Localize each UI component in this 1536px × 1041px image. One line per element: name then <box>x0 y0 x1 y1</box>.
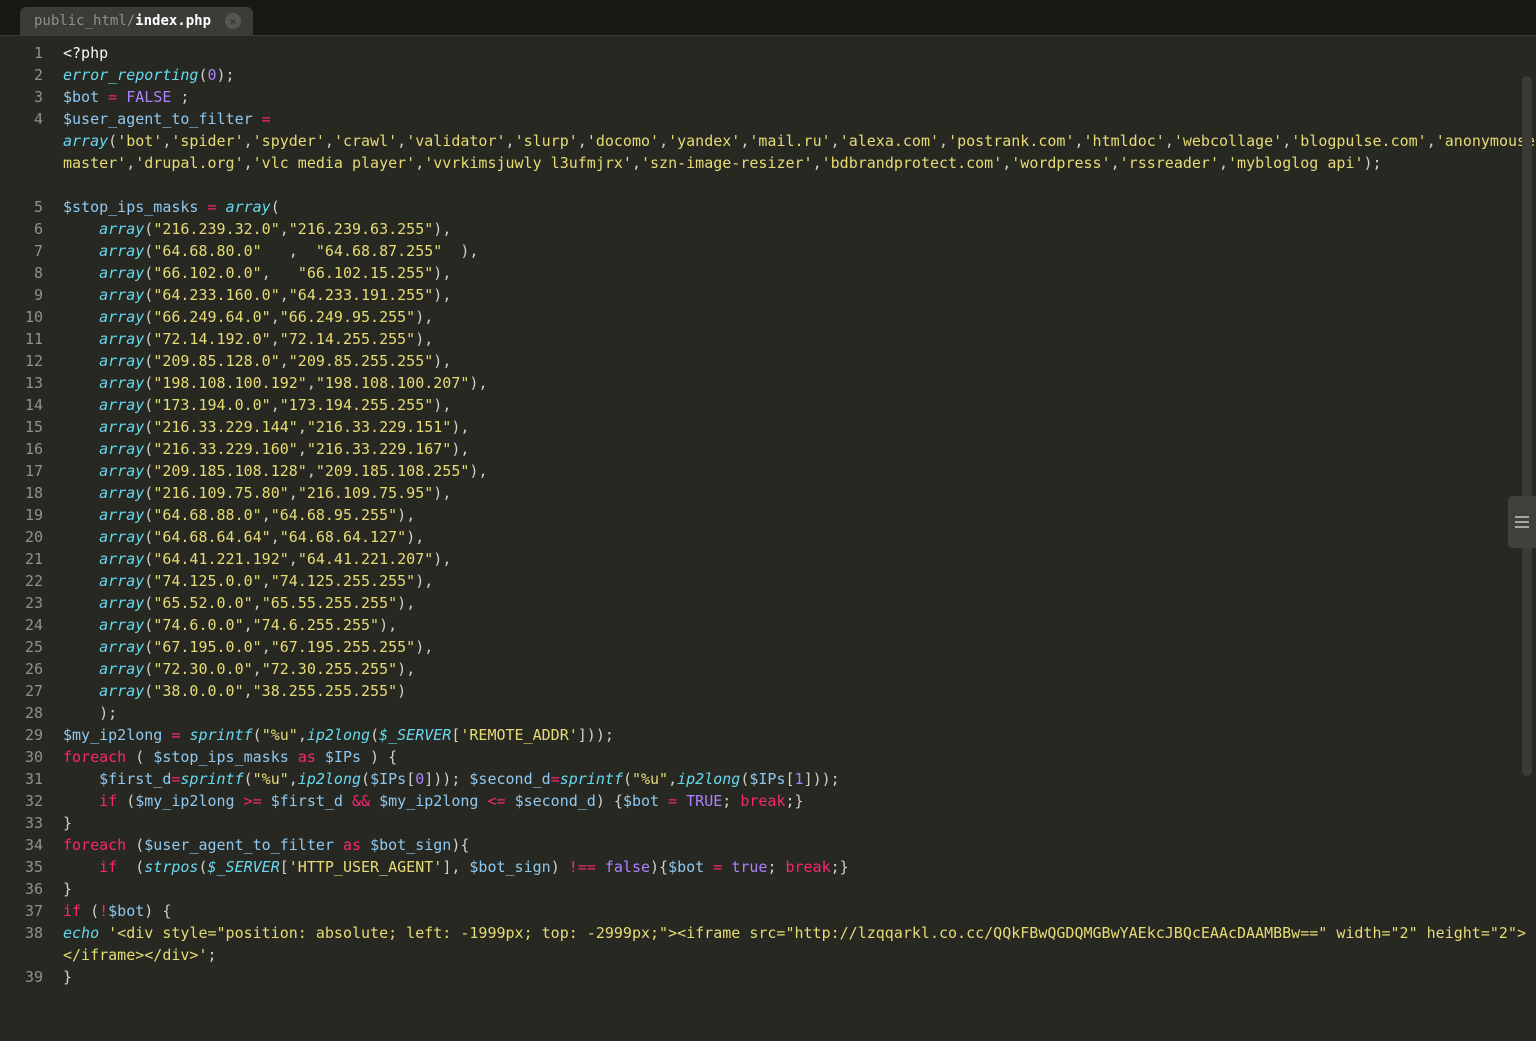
editor-frame: public_html/index.php × 1234567891011121… <box>0 0 1536 1041</box>
close-icon[interactable]: × <box>225 13 241 29</box>
line-number: 37 <box>0 900 55 922</box>
code-line[interactable]: array("198.108.100.192","198.108.100.207… <box>63 372 1536 394</box>
code-line[interactable]: array("64.233.160.0","64.233.191.255"), <box>63 284 1536 306</box>
line-number: 10 <box>0 306 55 328</box>
code-line[interactable]: array("72.30.0.0","72.30.255.255"), <box>63 658 1536 680</box>
line-number: 15 <box>0 416 55 438</box>
line-number: 27 <box>0 680 55 702</box>
code-line[interactable]: array("66.102.0.0", "66.102.15.255"), <box>63 262 1536 284</box>
line-number: 29 <box>0 724 55 746</box>
code-line[interactable]: $stop_ips_masks = array( <box>63 196 1536 218</box>
code-line[interactable]: if (!$bot) { <box>63 900 1536 922</box>
code-line[interactable]: foreach ( $stop_ips_masks as $IPs ) { <box>63 746 1536 768</box>
line-number: 17 <box>0 460 55 482</box>
code-line[interactable]: array("64.68.80.0" , "64.68.87.255" ), <box>63 240 1536 262</box>
code-line[interactable]: if ($my_ip2long >= $first_d && $my_ip2lo… <box>63 790 1536 812</box>
line-number: 11 <box>0 328 55 350</box>
line-number: 6 <box>0 218 55 240</box>
line-number: 12 <box>0 350 55 372</box>
tab-path-dim: public_html/ <box>34 13 135 29</box>
line-number: 16 <box>0 438 55 460</box>
line-number: 33 <box>0 812 55 834</box>
code-line[interactable]: array("173.194.0.0","173.194.255.255"), <box>63 394 1536 416</box>
tab-path-bright: index.php <box>135 13 211 29</box>
code-line[interactable]: $bot = FALSE ; <box>63 86 1536 108</box>
line-number: 19 <box>0 504 55 526</box>
code-line[interactable]: array("216.33.229.160","216.33.229.167")… <box>63 438 1536 460</box>
code-line[interactable]: $user_agent_to_filter = array('bot','spi… <box>63 108 1536 196</box>
code-line[interactable]: array("216.109.75.80","216.109.75.95"), <box>63 482 1536 504</box>
line-number: 20 <box>0 526 55 548</box>
line-number: 32 <box>0 790 55 812</box>
line-number: 5 <box>0 196 55 218</box>
line-number: 30 <box>0 746 55 768</box>
line-number: 36 <box>0 878 55 900</box>
code-line[interactable]: error_reporting(0); <box>63 64 1536 86</box>
code-line[interactable]: array("64.41.221.192","64.41.221.207"), <box>63 548 1536 570</box>
vertical-scrollbar[interactable] <box>1522 76 1532 776</box>
code-line[interactable]: echo '<div style="position: absolute; le… <box>63 922 1536 966</box>
line-number: 18 <box>0 482 55 504</box>
line-number: 2 <box>0 64 55 86</box>
code-line[interactable]: array("209.185.108.128","209.185.108.255… <box>63 460 1536 482</box>
code-body[interactable]: <?phperror_reporting(0);$bot = FALSE ;$u… <box>55 36 1536 1041</box>
code-line[interactable]: } <box>63 878 1536 900</box>
line-number: 28 <box>0 702 55 724</box>
code-line[interactable]: <?php <box>63 42 1536 64</box>
code-line[interactable]: $first_d=sprintf("%u",ip2long($IPs[0]));… <box>63 768 1536 790</box>
line-number: 22 <box>0 570 55 592</box>
line-number: 31 <box>0 768 55 790</box>
line-number: 3 <box>0 86 55 108</box>
line-number: 26 <box>0 658 55 680</box>
line-number: 8 <box>0 262 55 284</box>
line-number: 35 <box>0 856 55 878</box>
code-line[interactable]: array("64.68.64.64","64.68.64.127"), <box>63 526 1536 548</box>
code-line[interactable]: array("74.6.0.0","74.6.255.255"), <box>63 614 1536 636</box>
line-number: 25 <box>0 636 55 658</box>
code-line[interactable]: } <box>63 966 1536 988</box>
line-number: 13 <box>0 372 55 394</box>
tab-bar: public_html/index.php × <box>0 0 1536 36</box>
line-number: 38 <box>0 922 55 966</box>
code-line[interactable]: $my_ip2long = sprintf("%u",ip2long($_SER… <box>63 724 1536 746</box>
line-gutter: 1234567891011121314151617181920212223242… <box>0 36 55 1041</box>
line-number: 1 <box>0 42 55 64</box>
line-number: 24 <box>0 614 55 636</box>
code-area[interactable]: 1234567891011121314151617181920212223242… <box>0 36 1536 1041</box>
line-number: 21 <box>0 548 55 570</box>
line-number: 14 <box>0 394 55 416</box>
minimap-toggle-icon[interactable] <box>1508 496 1536 548</box>
code-line[interactable]: array("74.125.0.0","74.125.255.255"), <box>63 570 1536 592</box>
code-line[interactable]: array("38.0.0.0","38.255.255.255") <box>63 680 1536 702</box>
code-line[interactable]: array("216.239.32.0","216.239.63.255"), <box>63 218 1536 240</box>
code-line[interactable]: foreach ($user_agent_to_filter as $bot_s… <box>63 834 1536 856</box>
line-number: 7 <box>0 240 55 262</box>
code-line[interactable]: array("72.14.192.0","72.14.255.255"), <box>63 328 1536 350</box>
code-line[interactable]: array("65.52.0.0","65.55.255.255"), <box>63 592 1536 614</box>
code-line[interactable]: if (strpos($_SERVER['HTTP_USER_AGENT'], … <box>63 856 1536 878</box>
line-number: 23 <box>0 592 55 614</box>
file-tab[interactable]: public_html/index.php × <box>20 7 253 35</box>
code-line[interactable]: } <box>63 812 1536 834</box>
code-line[interactable]: array("216.33.229.144","216.33.229.151")… <box>63 416 1536 438</box>
code-line[interactable]: array("66.249.64.0","66.249.95.255"), <box>63 306 1536 328</box>
line-number: 4 <box>0 108 55 196</box>
line-number: 34 <box>0 834 55 856</box>
code-line[interactable]: array("64.68.88.0","64.68.95.255"), <box>63 504 1536 526</box>
code-line[interactable]: ); <box>63 702 1536 724</box>
code-line[interactable]: array("67.195.0.0","67.195.255.255"), <box>63 636 1536 658</box>
line-number: 39 <box>0 966 55 988</box>
line-number: 9 <box>0 284 55 306</box>
code-line[interactable]: array("209.85.128.0","209.85.255.255"), <box>63 350 1536 372</box>
